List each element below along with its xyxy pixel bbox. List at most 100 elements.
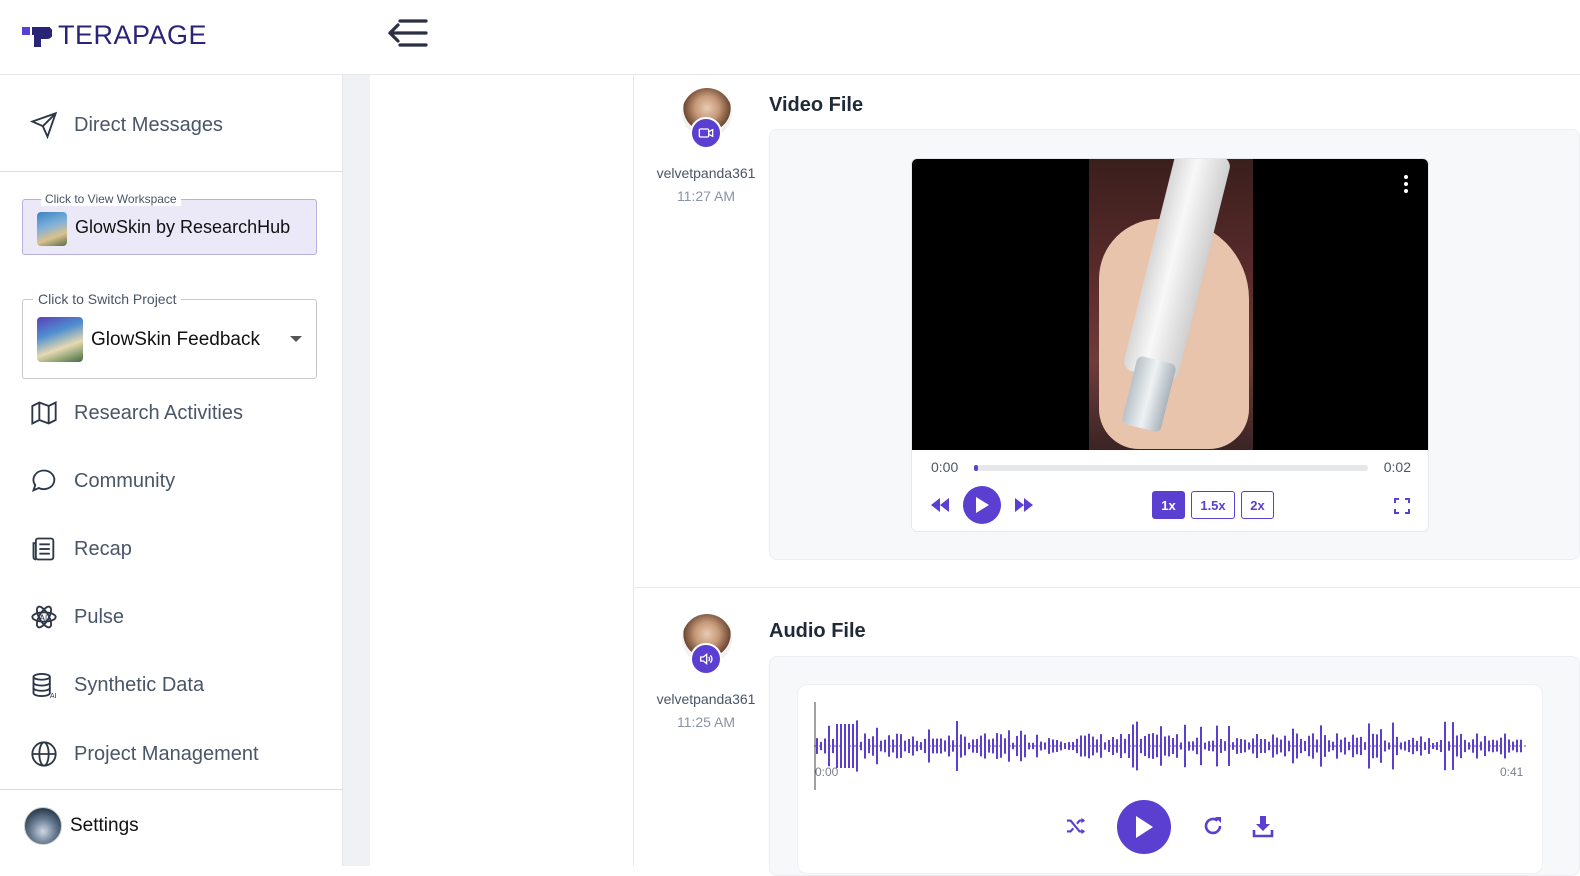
collapse-sidebar-button[interactable] [386, 16, 428, 50]
seek-bar[interactable] [974, 465, 1368, 471]
send-icon [30, 111, 58, 139]
waveform-bar [1004, 738, 1006, 754]
waveform-bar [980, 735, 982, 757]
more-options-icon[interactable] [1404, 175, 1410, 193]
sidebar-item-label: Synthetic Data [74, 673, 205, 696]
waveform-bar [1072, 741, 1074, 751]
rewind-icon[interactable] [931, 498, 949, 512]
sidebar-item-direct-messages[interactable]: Direct Messages [30, 111, 223, 139]
waveform-bar [884, 739, 886, 753]
waveform-bar [1172, 737, 1174, 755]
waveform-bar [1212, 740, 1214, 752]
waveform-bar [1376, 734, 1378, 758]
avatar [24, 807, 62, 845]
shuffle-icon[interactable] [1065, 816, 1087, 836]
waveform-bar [948, 735, 950, 757]
newspaper-icon [32, 537, 55, 561]
fullscreen-icon[interactable] [1394, 498, 1410, 514]
waveform-bar [1408, 739, 1410, 753]
workspace-selector[interactable]: Click to View Workspace GlowSkin by Rese… [22, 192, 317, 255]
speed-1x-button[interactable]: 1x [1152, 491, 1185, 519]
waveform-bar [876, 727, 878, 765]
waveform-bar [1264, 739, 1266, 753]
divider [0, 789, 343, 790]
waveform-bar [824, 738, 826, 754]
waveform-bar [1076, 738, 1078, 754]
brand-logo[interactable]: TERAPAGE [22, 20, 207, 51]
waveform-bar [1440, 739, 1442, 753]
sidebar-item-recap[interactable]: Recap [30, 535, 132, 563]
waveform-bar [872, 736, 874, 756]
waveform-bar [1392, 722, 1394, 770]
waveform-bar [844, 724, 846, 768]
play-icon [976, 497, 989, 513]
waveform-bar [1472, 739, 1474, 753]
post-timestamp: 11:25 AM [676, 714, 736, 730]
speaker-icon [700, 652, 713, 666]
post-title: Video File [769, 94, 864, 116]
waveform-bar [1012, 742, 1014, 750]
waveform-bar [1320, 725, 1322, 767]
sidebar-gutter [343, 75, 370, 866]
waveform-bar [1288, 740, 1290, 752]
project-switcher[interactable]: Click to Switch Project GlowSkin Feedbac… [22, 291, 317, 379]
waveform-bar [1016, 735, 1018, 757]
download-icon[interactable] [1252, 814, 1274, 838]
sidebar-item-project-management[interactable]: Project Management [30, 740, 259, 768]
waveform-bar [904, 740, 906, 752]
waveform-bar [1460, 733, 1462, 759]
top-bar: TERAPAGE [0, 0, 1580, 75]
fast-forward-icon[interactable] [1015, 498, 1033, 512]
waveform-bar [1232, 742, 1234, 750]
waveform-bar [1088, 733, 1090, 759]
sidebar-item-label: Pulse [74, 605, 125, 628]
waveform-bar [972, 739, 974, 753]
video-viewport[interactable] [912, 159, 1428, 450]
workspace-name: GlowSkin by ResearchHub [75, 217, 291, 237]
sidebar-item-community[interactable]: Community [30, 467, 175, 495]
audio-play-button[interactable] [1117, 800, 1171, 854]
waveform-bar [1192, 741, 1194, 751]
project-legend: Click to Switch Project [33, 291, 182, 307]
replay-icon[interactable] [1201, 814, 1225, 838]
waveform-bar [1324, 735, 1326, 757]
post-username[interactable]: velvetpanda361 [646, 691, 766, 707]
waveform-bar [1432, 742, 1434, 750]
waveform-bar [1092, 736, 1094, 756]
post-divider [635, 587, 1580, 588]
waveform-bar [1504, 733, 1506, 759]
waveform-bar [880, 740, 882, 752]
settings-label: Settings [70, 815, 139, 836]
waveform-bar [1476, 733, 1478, 759]
waveform-bar [1388, 742, 1390, 750]
waveform-bar [888, 735, 890, 757]
audio-type-badge [690, 643, 722, 675]
waveform-bar [1368, 723, 1370, 769]
post-username[interactable]: velvetpanda361 [646, 165, 766, 181]
waveform-bar [1140, 738, 1142, 754]
sidebar-item-synthetic-data[interactable]: AI Synthetic Data [30, 671, 204, 699]
sidebar-item-label: Direct Messages [74, 113, 223, 136]
waveform-bar [1396, 736, 1398, 756]
audio-waveform[interactable] [814, 700, 1526, 792]
waveform-bar [1428, 738, 1430, 754]
speed-2x-button[interactable]: 2x [1241, 491, 1274, 519]
waveform-bar [1248, 742, 1250, 750]
waveform-bar [1200, 726, 1202, 766]
waveform-bar [928, 729, 930, 763]
left-column [370, 75, 634, 866]
waveform-bar [1480, 741, 1482, 751]
play-button[interactable] [963, 486, 1001, 524]
sidebar-item-pulse[interactable]: AI Pulse [30, 603, 124, 631]
waveform-bar [864, 733, 866, 759]
waveform-bar [1468, 742, 1470, 750]
waveform-bar [1400, 742, 1402, 750]
waveform-bar [1520, 739, 1522, 753]
waveform-bar [1124, 738, 1126, 754]
settings-button[interactable]: Settings [24, 807, 139, 845]
waveform-bar [1372, 733, 1374, 759]
sidebar-item-research-activities[interactable]: Research Activities [30, 399, 243, 427]
divider [0, 171, 343, 172]
waveform-bar [924, 738, 926, 754]
speed-1-5x-button[interactable]: 1.5x [1191, 491, 1235, 519]
